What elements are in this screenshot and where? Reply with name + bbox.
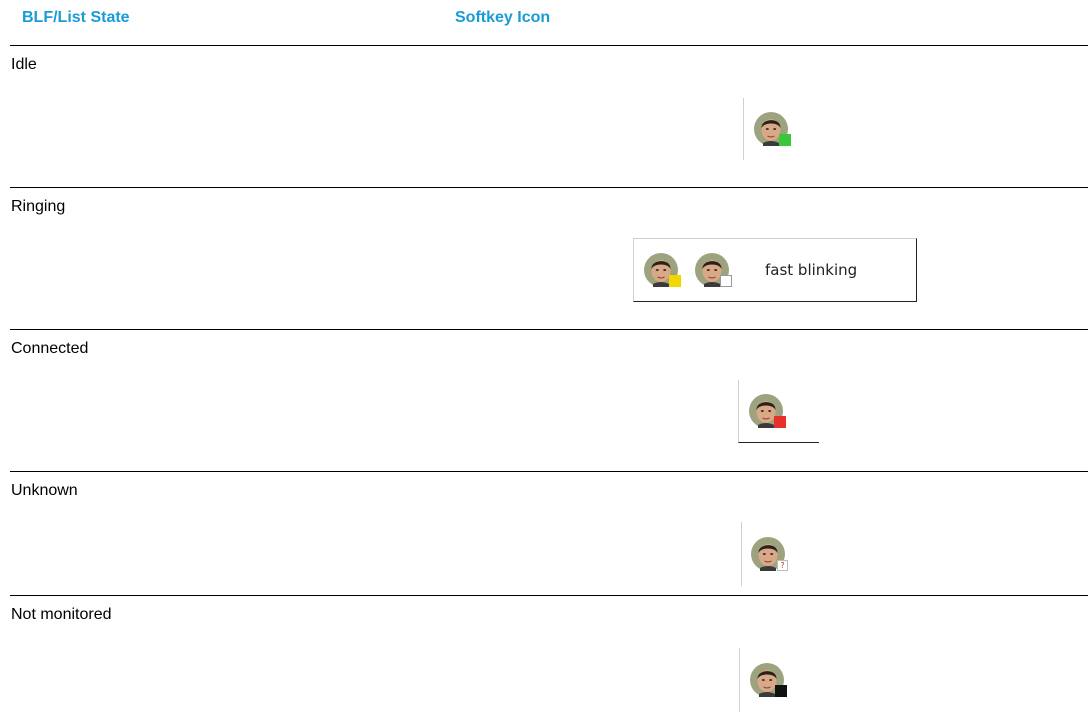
table-row-unknown: Unknown ? <box>10 472 1088 596</box>
status-unknown-icon: ? <box>777 560 788 571</box>
softkey-icon-unknown: ? <box>741 522 815 586</box>
status-green-icon <box>779 134 791 146</box>
blink-note: fast blinking <box>765 261 858 279</box>
status-white-icon <box>720 275 732 287</box>
status-black-icon <box>775 685 787 697</box>
status-red-icon <box>774 416 786 428</box>
header-softkey-icon: Softkey Icon <box>455 9 551 26</box>
state-label-connected: Connected <box>11 340 89 357</box>
softkey-icon-ringing: fast blinking <box>633 238 917 302</box>
softkey-icon-not-monitored <box>739 648 817 712</box>
blf-state-table: BLF/List State Softkey Icon Idle Ringing… <box>10 0 1088 712</box>
softkey-icon-idle <box>743 98 828 160</box>
table-header: BLF/List State Softkey Icon <box>10 0 1088 46</box>
table-row-idle: Idle <box>10 46 1088 188</box>
table-row-connected: Connected <box>10 330 1088 472</box>
header-blf-list-state: BLF/List State <box>22 9 130 26</box>
state-label-not-monitored: Not monitored <box>11 606 112 623</box>
status-yellow-icon <box>669 275 681 287</box>
state-label-ringing: Ringing <box>11 198 66 215</box>
state-label-idle: Idle <box>11 56 37 73</box>
table-row-not-monitored: Not monitored <box>10 596 1088 712</box>
softkey-icon-connected <box>738 380 819 443</box>
table-row-ringing: Ringing fast blinking <box>10 188 1088 330</box>
state-label-unknown: Unknown <box>11 482 78 499</box>
